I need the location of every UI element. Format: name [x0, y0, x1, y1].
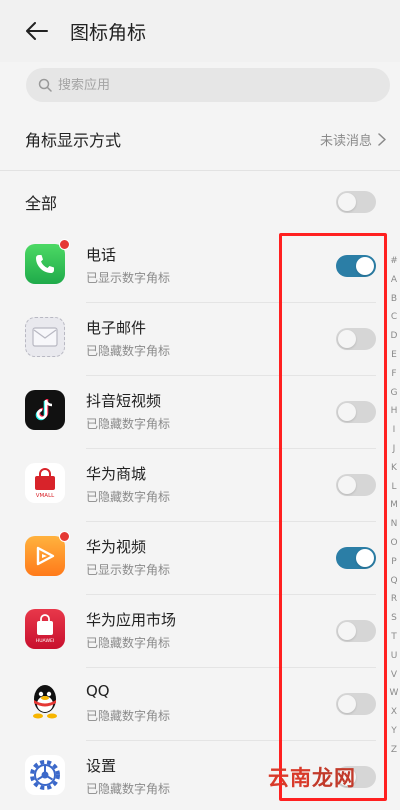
alpha-index-letter[interactable]: M — [390, 496, 398, 515]
alpha-index-letter[interactable]: C — [391, 308, 397, 327]
app-badge-status: 已隐藏数字角标 — [86, 782, 171, 796]
alpha-index-letter[interactable]: S — [391, 609, 397, 628]
alpha-index-letter[interactable]: X — [391, 703, 397, 722]
alpha-index-letter[interactable]: Y — [391, 722, 397, 741]
app-name: 华为视频 — [86, 538, 147, 556]
phone-app-icon — [25, 239, 70, 284]
search-bar[interactable] — [26, 68, 390, 102]
qq-app-icon — [25, 682, 65, 722]
back-button[interactable] — [20, 16, 54, 46]
app-badge-status: 已隐藏数字角标 — [86, 417, 171, 431]
email-icon — [32, 327, 58, 347]
back-arrow-icon — [26, 22, 48, 40]
all-apps-toggle[interactable] — [336, 191, 376, 213]
alpha-index-letter[interactable]: B — [391, 290, 397, 309]
alpha-index-letter[interactable]: L — [391, 478, 396, 497]
alpha-index-letter[interactable]: H — [391, 402, 398, 421]
app-list: 电话 已显示数字角标 电子邮件 已隐藏数字角标 抖音短视频 已隐藏数字角标 VM… — [0, 230, 400, 810]
app-badge-status: 已显示数字角标 — [86, 271, 171, 285]
app-badge-status: 已隐藏数字角标 — [86, 344, 171, 358]
video-play-icon — [36, 546, 55, 566]
alpha-index-letter[interactable]: E — [391, 346, 397, 365]
app-badge-toggle-huawei-video[interactable] — [336, 547, 376, 569]
app-badge-toggle-email[interactable] — [336, 328, 376, 350]
app-row-douyin: 抖音短视频 已隐藏数字角标 — [0, 376, 400, 449]
vmall-app-icon: VMALL — [25, 463, 65, 503]
alpha-index-letter[interactable]: R — [391, 590, 397, 609]
settings-gear-icon — [30, 760, 60, 790]
badge-display-mode-row[interactable]: 角标显示方式 未读消息 — [0, 118, 400, 160]
settings-app-icon — [25, 755, 65, 795]
badge-display-mode-value: 未读消息 — [320, 130, 386, 149]
section-divider — [0, 170, 400, 171]
badge-display-mode-value-text: 未读消息 — [319, 133, 372, 149]
app-name: 华为应用市场 — [86, 611, 177, 629]
alpha-index-letter[interactable]: W — [390, 684, 399, 703]
app-name: 电话 — [86, 246, 117, 264]
alpha-index-letter[interactable]: J — [393, 440, 396, 459]
appgallery-icon: HUAWEI — [36, 614, 55, 644]
alpha-index-letter[interactable]: A — [391, 271, 397, 290]
app-name: QQ — [86, 682, 110, 700]
alpha-index-letter[interactable]: D — [391, 327, 398, 346]
huawei-video-app-icon — [25, 531, 70, 576]
all-apps-label: 全部 — [25, 194, 58, 213]
app-name: 华为商城 — [86, 465, 147, 483]
alpha-index-letter[interactable]: P — [391, 553, 396, 572]
qq-penguin-icon — [33, 685, 57, 719]
app-badge-status: 已隐藏数字角标 — [86, 636, 171, 650]
alpha-index-letter[interactable]: F — [391, 365, 396, 384]
app-row-qq: QQ 已隐藏数字角标 — [0, 668, 400, 741]
app-name: 抖音短视频 — [86, 392, 162, 410]
all-apps-row: 全部 — [0, 180, 400, 224]
tiktok-icon — [35, 399, 53, 421]
alpha-index-letter[interactable]: V — [391, 666, 397, 685]
alpha-index-letter[interactable]: N — [391, 515, 398, 534]
app-row-huawei-video: 华为视频 已显示数字角标 — [0, 522, 400, 595]
alpha-index-letter[interactable]: O — [390, 534, 397, 553]
email-app-icon — [25, 317, 65, 357]
app-name: 电子邮件 — [86, 319, 147, 337]
notification-badge-dot — [59, 531, 70, 542]
douyin-app-icon — [25, 390, 65, 430]
app-name: 设置 — [86, 757, 117, 775]
vmall-icon: VMALL — [35, 468, 55, 499]
app-badge-status: 已隐藏数字角标 — [86, 709, 171, 723]
watermark: 云南龙网 — [268, 762, 356, 792]
app-badge-toggle-appgallery[interactable] — [336, 620, 376, 642]
chevron-right-icon — [378, 132, 386, 146]
top-bar: 图标角标 — [0, 0, 400, 62]
alpha-index-letter[interactable]: U — [391, 647, 398, 666]
app-badge-toggle-qq[interactable] — [336, 693, 376, 715]
alpha-index-letter[interactable]: G — [391, 384, 398, 403]
badge-display-mode-label: 角标显示方式 — [25, 131, 122, 150]
watermark-part-2: 龙网 — [312, 766, 356, 790]
appgallery-icon-text: HUAWEI — [36, 638, 55, 644]
search-input[interactable] — [58, 77, 358, 93]
phone-icon — [36, 255, 54, 273]
app-badge-status: 已显示数字角标 — [86, 563, 171, 577]
watermark-part-1: 云南 — [268, 766, 312, 790]
vmall-icon-text: VMALL — [36, 493, 55, 499]
app-badge-status: 已隐藏数字角标 — [86, 490, 171, 504]
app-row-appgallery: HUAWEI 华为应用市场 已隐藏数字角标 — [0, 595, 400, 668]
notification-badge-dot — [59, 239, 70, 250]
app-badge-toggle-phone[interactable] — [336, 255, 376, 277]
alpha-index-letter[interactable]: Q — [390, 572, 397, 591]
alpha-index-letter[interactable]: # — [390, 252, 398, 271]
page-title: 图标角标 — [70, 22, 147, 44]
search-icon — [38, 78, 52, 92]
app-badge-toggle-douyin[interactable] — [336, 401, 376, 423]
alpha-index-letter[interactable]: K — [391, 459, 397, 478]
app-row-phone: 电话 已显示数字角标 — [0, 230, 400, 303]
alphabet-index-scroller[interactable]: # A B C D E F G H I J K L M N O P Q R S T U V W X Y Z — [388, 252, 400, 760]
alpha-index-letter[interactable]: T — [391, 628, 397, 647]
appgallery-app-icon: HUAWEI — [25, 609, 65, 649]
app-badge-toggle-vmall[interactable] — [336, 474, 376, 496]
alpha-index-letter[interactable]: I — [393, 421, 396, 440]
alpha-index-letter[interactable]: Z — [391, 741, 397, 760]
app-row-email: 电子邮件 已隐藏数字角标 — [0, 303, 400, 376]
app-row-vmall: VMALL 华为商城 已隐藏数字角标 — [0, 449, 400, 522]
